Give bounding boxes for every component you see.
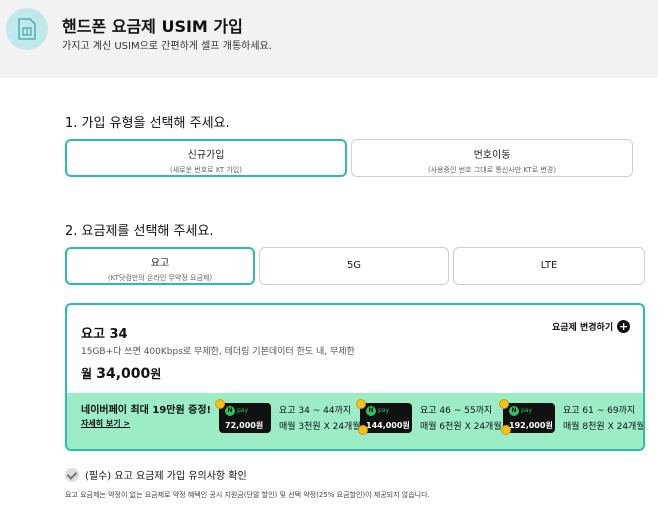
page-subtitle: 가지고 계신 USIM으로 간편하게 셀프 개통하세요. (62, 41, 272, 52)
coin-icon (499, 399, 509, 409)
plan-name: 요고 34 (81, 327, 128, 342)
required-agreement-checkbox[interactable]: (필수) 요고 요금제 가입 유의사항 확인 (65, 467, 247, 482)
coin-icon (358, 425, 368, 435)
option-number-port[interactable]: 번호이동 (사용중인 번호 그대로 통신사만 KT로 변경) (351, 139, 633, 177)
change-plan-button[interactable]: 요금제 변경하기 + (552, 320, 631, 333)
option-sublabel: (사용중인 번호 그대로 통신사만 KT로 변경) (428, 166, 556, 174)
tier-range: 요고 34 ~ 44까지 (279, 406, 352, 416)
check-icon (65, 467, 79, 482)
tab-5g[interactable]: 5G (259, 247, 449, 285)
tier-monthly: 매월 8천원 X 24개월 (563, 422, 645, 432)
tab-label: 요고 (150, 258, 170, 269)
change-plan-label: 요금제 변경하기 (552, 323, 614, 333)
page-title: 핸드폰 요금제 USIM 가입 (62, 17, 243, 36)
page-header: 핸드폰 요금제 USIM 가입 가지고 계신 USIM으로 간편하게 셀프 개통… (0, 0, 658, 78)
price-unit: 원 (150, 367, 162, 381)
tier-monthly: 매월 6천원 X 24개월 (420, 422, 502, 432)
naverpay-promo-banner: 네이버페이 최대 19만원 증정! 자세히 보기 > N pay 72,000원… (67, 393, 643, 449)
plan-price: 월 34,000원 (81, 365, 161, 382)
option-sublabel: (새로운 번호로 KT 가입) (170, 166, 242, 174)
step2-title: 2. 요금제를 선택해 주세요. (65, 224, 214, 239)
tier-monthly: 매월 3천원 X 24개월 (279, 422, 361, 432)
agreement-label: (필수) 요고 요금제 가입 유의사항 확인 (85, 471, 247, 482)
promo-details-link[interactable]: 자세히 보기 > (81, 418, 130, 429)
step1-title: 1. 가입 유형을 선택해 주세요. (65, 116, 230, 131)
tab-label: LTE (540, 260, 558, 271)
coin-icon (356, 399, 366, 409)
coin-icon (501, 425, 511, 435)
coin-icon (215, 399, 225, 409)
naverpay-logo-icon: N (225, 406, 235, 416)
tier-range: 요고 61 ~ 69까지 (563, 406, 636, 416)
option-label: 번호이동 (473, 150, 511, 161)
price-amount: 34,000 (96, 366, 151, 382)
plan-description: 15GB+다 쓰면 400Kbps로 무제한, 테더링 기본데이터 한도 내, … (81, 347, 355, 357)
plus-circle-icon: + (617, 320, 631, 333)
option-new-subscription[interactable]: 신규가입 (새로운 번호로 KT 가입) (65, 139, 347, 177)
tab-lte[interactable]: LTE (453, 247, 645, 285)
price-prefix: 월 (81, 367, 93, 381)
tab-sublabel: (KT닷컴만의 온라인 무약정 요금제) (107, 274, 213, 282)
tab-label: 5G (346, 260, 362, 271)
naverpay-logo-icon: N (509, 406, 519, 416)
naverpay-logo-icon: N (366, 406, 376, 416)
agreement-notice: 요고 요금제는 약정이 없는 요금제로 약정 혜택인 공시 지원금(단말 할인)… (65, 491, 430, 499)
tier-range: 요고 46 ~ 55까지 (420, 406, 493, 416)
tab-yogo[interactable]: 요고 (KT닷컴만의 온라인 무약정 요금제) (65, 247, 255, 285)
selected-plan-card: 요고 34 15GB+다 쓰면 400Kbps로 무제한, 테더링 기본데이터 … (65, 303, 645, 451)
promo-title: 네이버페이 최대 19만원 증정! (81, 405, 212, 416)
sim-card-icon (6, 8, 48, 50)
naverpay-card-icon: N pay 72,000원 (219, 403, 271, 433)
option-label: 신규가입 (187, 150, 225, 161)
